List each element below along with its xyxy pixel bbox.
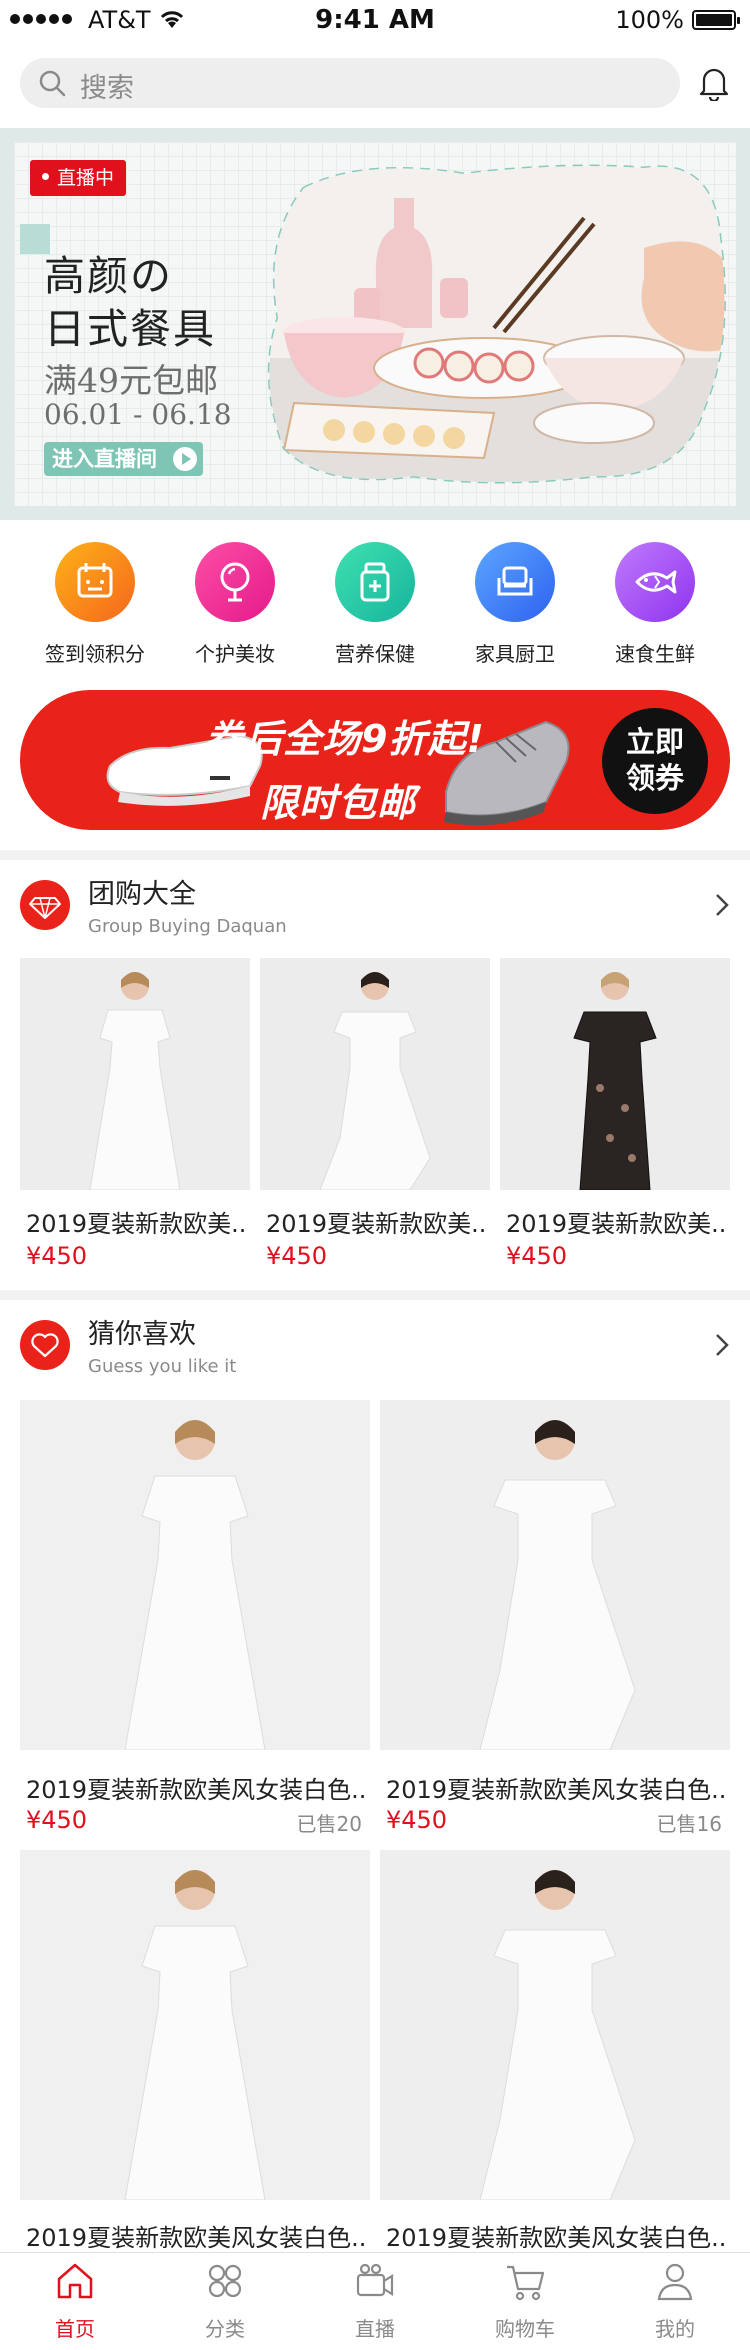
battery-percent: 100% (615, 6, 684, 34)
section-subtitle: Guess you like it (88, 1356, 237, 1377)
promo-section: 券后全场9折起! 限时包邮 立即 领券 (0, 680, 750, 850)
search-header: 搜索 (0, 40, 750, 128)
product-price: ¥450 (506, 1242, 568, 1270)
product-image (20, 1400, 370, 1750)
product-name: 2019夏装新款欧美风女装白色... (386, 2224, 726, 2252)
claim-coupon-label-line1: 立即 (625, 725, 684, 759)
sofa-icon (475, 542, 555, 622)
category-label: 签到领积分 (45, 642, 145, 666)
tab-label: 分类 (205, 2317, 245, 2341)
promo-headline: 券后全场9折起! (205, 717, 485, 761)
tab-cart[interactable]: 购物车 (450, 2259, 600, 2342)
search-input[interactable]: 搜索 (20, 58, 680, 108)
category-label: 营养保健 (335, 642, 415, 666)
banner-subtitle: 满49元包邮 (44, 361, 218, 400)
enter-live-button[interactable]: 进入直播间 (44, 442, 203, 476)
chevron-right-icon[interactable] (714, 1332, 730, 1358)
group-buy-section: 团购大全 Group Buying Daquan 2019夏装新款欧美... ¥… (0, 860, 750, 1290)
product-image (380, 1850, 730, 2200)
section-subtitle: Group Buying Daquan (88, 916, 287, 937)
chevron-right-icon[interactable] (714, 892, 730, 918)
product-price: ¥450 (386, 1806, 448, 1834)
category-icon (208, 2264, 242, 2298)
product-price: ¥450 (26, 1806, 88, 1834)
product-image (260, 958, 490, 1190)
tab-category[interactable]: 分类 (150, 2259, 300, 2342)
tab-label: 直播 (355, 2317, 395, 2341)
category-label: 速食生鲜 (615, 642, 695, 666)
category-row: 签到领积分 个护美妆 营养保健 家具厨卫 速食生鲜 (0, 520, 750, 680)
sold-count: 已售20 (296, 1812, 362, 1836)
status-bar: AT&T 9:41 AM 100% (0, 0, 750, 40)
tab-label: 我的 (655, 2317, 695, 2341)
live-camera-icon (356, 2263, 394, 2297)
medicine-bottle-icon (335, 542, 415, 622)
tab-live[interactable]: 直播 (300, 2259, 450, 2342)
coupon-banner[interactable]: 券后全场9折起! 限时包邮 立即 领券 (20, 690, 730, 830)
tab-home[interactable]: 首页 (0, 2259, 150, 2342)
heart-icon (20, 1320, 70, 1370)
home-icon (57, 2263, 93, 2299)
category-label: 家具厨卫 (475, 642, 555, 666)
cart-icon (507, 2265, 545, 2301)
bottom-tab-bar: 首页 分类 直播 购物车 我的 (0, 2252, 750, 2350)
profile-icon (657, 2263, 693, 2301)
banner-date: 06.01 - 06.18 (44, 398, 232, 431)
search-placeholder: 搜索 (80, 73, 134, 104)
product-image (500, 958, 730, 1190)
bell-icon[interactable] (698, 65, 730, 101)
category-label: 个护美妆 (195, 642, 275, 666)
tab-profile[interactable]: 我的 (600, 2259, 750, 2342)
tab-label: 首页 (55, 2317, 95, 2341)
diamond-icon (20, 880, 70, 930)
product-image (380, 1400, 730, 1750)
mirror-icon (195, 542, 275, 622)
banner-title-line2: 日式餐具 (44, 305, 216, 353)
enter-live-label: 进入直播间 (52, 447, 157, 471)
category-beauty[interactable]: 个护美妆 (165, 542, 305, 667)
tab-label: 购物车 (495, 2317, 555, 2341)
category-checkin[interactable]: 签到领积分 (25, 542, 165, 667)
product-name: 2019夏装新款欧美风女装白色... (386, 1776, 726, 1804)
guess-you-like-section: 猜你喜欢 Guess you like it 2019夏装新款欧美风女装白色..… (0, 1300, 750, 2252)
fish-icon (615, 542, 695, 622)
guess-header[interactable]: 猜你喜欢 Guess you like it (0, 1300, 750, 1390)
play-icon (173, 447, 197, 471)
promo-subline: 限时包邮 (260, 781, 417, 825)
product-name: 2019夏装新款欧美... (266, 1210, 488, 1238)
home-page: AT&T 9:41 AM 100% 搜索 直播中 高颜の 日式餐具 满49元包邮… (0, 0, 750, 2350)
product-name: 2019夏装新款欧美... (506, 1210, 728, 1238)
product-image (20, 958, 250, 1190)
category-fresh-food[interactable]: 速食生鲜 (585, 542, 725, 667)
claim-coupon-label-line2: 领券 (625, 761, 684, 795)
sold-count: 已售16 (656, 1812, 722, 1836)
claim-coupon-button[interactable]: 立即 领券 (602, 708, 708, 814)
section-title: 团购大全 (88, 879, 196, 910)
section-title: 猜你喜欢 (88, 1319, 196, 1350)
product-price: ¥450 (266, 1242, 328, 1270)
banner-card: 直播中 高颜の 日式餐具 满49元包邮 06.01 - 06.18 进入直播间 (14, 142, 736, 506)
calendar-icon (55, 542, 135, 622)
search-icon (39, 70, 66, 97)
live-badge: 直播中 (30, 160, 127, 196)
battery-icon (692, 10, 740, 30)
tableware-photo (267, 164, 726, 484)
live-badge-label: 直播中 (57, 167, 115, 189)
product-name: 2019夏装新款欧美风女装白色... (26, 1776, 366, 1804)
category-furniture[interactable]: 家具厨卫 (445, 542, 585, 667)
category-health[interactable]: 营养保健 (305, 542, 445, 667)
product-name: 2019夏装新款欧美风女装白色... (26, 2224, 366, 2252)
product-name: 2019夏装新款欧美... (26, 1210, 248, 1238)
group-buy-header[interactable]: 团购大全 Group Buying Daquan (0, 860, 750, 950)
banner-title-line1: 高颜の (44, 252, 173, 300)
product-price: ¥450 (26, 1242, 88, 1270)
product-image (20, 1850, 370, 2200)
live-banner[interactable]: 直播中 高颜の 日式餐具 满49元包邮 06.01 - 06.18 进入直播间 (0, 128, 750, 520)
